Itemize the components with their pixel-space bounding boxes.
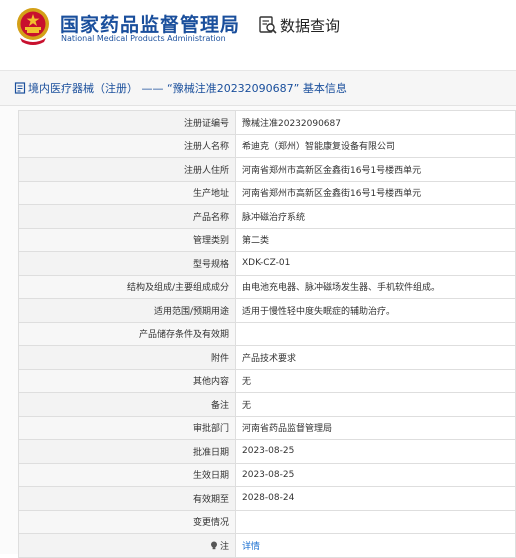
- row-value: 2028-08-24: [235, 486, 516, 511]
- row-value: 第二类: [235, 227, 516, 252]
- data-query-link[interactable]: 数据查询: [258, 14, 340, 36]
- table-row: 注册证编号 豫械注准20232090687: [18, 110, 516, 135]
- header-spacer: [0, 52, 516, 70]
- site-header: 国家药品监督管理局 National Medical Products Admi…: [0, 0, 516, 52]
- detail-table-wrapper: 注册证编号 豫械注准20232090687 注册人名称 希迪克（郑州）智能康复设…: [18, 110, 516, 558]
- row-label: 结构及组成/主要组成成分: [18, 274, 236, 299]
- row-label: 注册人住所: [18, 157, 236, 182]
- table-row: 注册人名称 希迪克（郑州）智能康复设备有限公司: [18, 133, 516, 158]
- details-link[interactable]: 详情: [242, 542, 260, 552]
- row-label: 注册人名称: [18, 133, 236, 158]
- table-row: 审批部门 河南省药品监督管理局: [18, 415, 516, 440]
- row-value: 河南省药品监督管理局: [235, 415, 516, 440]
- table-row: 生效日期 2023-08-25: [18, 462, 516, 487]
- table-row: 管理类别 第二类: [18, 227, 516, 252]
- table-row: 变更情况: [18, 509, 516, 534]
- data-query-label: 数据查询: [280, 16, 341, 35]
- row-label: 生产地址: [18, 180, 236, 205]
- table-row: 批准日期 2023-08-25: [18, 439, 516, 464]
- search-data-icon: [259, 16, 277, 34]
- note-label: 注: [219, 541, 229, 552]
- detail-table: 注册证编号 豫械注准20232090687 注册人名称 希迪克（郑州）智能康复设…: [18, 110, 516, 558]
- row-label: 批准日期: [18, 439, 236, 464]
- agency-name-cn: 国家药品监督管理局: [60, 14, 241, 36]
- row-label: 变更情况: [18, 509, 236, 534]
- row-value: [235, 509, 516, 534]
- table-row: 产品名称 脉冲磁治疗系统: [18, 204, 516, 229]
- table-row: 适用范围/预期用途 适用于慢性轻中度失眠症的辅助治疗。: [18, 298, 516, 323]
- table-row: 其他内容 无: [18, 368, 516, 393]
- row-label: 产品储存条件及有效期: [18, 321, 236, 346]
- row-value: 无: [235, 392, 516, 417]
- row-value: 适用于慢性轻中度失眠症的辅助治疗。: [235, 298, 516, 323]
- row-value: 无: [235, 368, 516, 393]
- row-label: 有效期至: [18, 486, 236, 511]
- row-label: 生效日期: [18, 462, 236, 487]
- lightbulb-icon: [210, 541, 217, 549]
- table-row: 注册人住所 河南省郑州市高新区金鑫街16号1号楼西单元: [18, 157, 516, 182]
- row-label: 其他内容: [18, 368, 236, 393]
- row-label: 产品名称: [18, 204, 236, 229]
- row-label: 适用范围/预期用途: [18, 298, 236, 323]
- row-label: 注册证编号: [18, 110, 236, 135]
- table-row: 备注 无: [18, 392, 516, 417]
- note-value-cell: 详情: [235, 533, 516, 558]
- row-value: 2023-08-25: [235, 462, 516, 487]
- row-label: 备注: [18, 392, 236, 417]
- table-row: 生产地址 河南省郑州市高新区金鑫街16号1号楼西单元: [18, 180, 516, 205]
- table-row: 结构及组成/主要组成成分 由电池充电器、脉冲磁场发生器、手机软件组成。: [18, 274, 516, 299]
- row-value: 脉冲磁治疗系统: [235, 204, 516, 229]
- row-label: 审批部门: [18, 415, 236, 440]
- table-row-note: 注 详情: [18, 533, 516, 558]
- document-icon: [14, 82, 26, 94]
- row-value: 2023-08-25: [235, 439, 516, 464]
- row-label: 附件: [18, 345, 236, 370]
- table-row: 有效期至 2028-08-24: [18, 486, 516, 511]
- note-label-cell: 注: [18, 533, 236, 558]
- panel-title: 境内医疗器械（注册） —— “豫械注准20232090687” 基本信息: [28, 82, 347, 95]
- table-row: 产品储存条件及有效期: [18, 321, 516, 346]
- table-row: 附件 产品技术要求: [18, 345, 516, 370]
- row-value: 希迪克（郑州）智能康复设备有限公司: [235, 133, 516, 158]
- table-row: 型号规格 XDK-CZ-01: [18, 251, 516, 276]
- row-value: 河南省郑州市高新区金鑫街16号1号楼西单元: [235, 180, 516, 205]
- row-label: 管理类别: [18, 227, 236, 252]
- panel-title-bar: 境内医疗器械（注册） —— “豫械注准20232090687” 基本信息: [0, 71, 516, 106]
- row-value: 河南省郑州市高新区金鑫街16号1号楼西单元: [235, 157, 516, 182]
- row-label: 型号规格: [18, 251, 236, 276]
- row-value: [235, 321, 516, 346]
- row-value: 由电池充电器、脉冲磁场发生器、手机软件组成。: [235, 274, 516, 299]
- row-value: XDK-CZ-01: [235, 251, 516, 276]
- national-emblem-icon: [17, 8, 49, 45]
- row-value: 产品技术要求: [235, 345, 516, 370]
- agency-name-en: National Medical Products Administration: [61, 34, 226, 43]
- row-value: 豫械注准20232090687: [235, 110, 516, 135]
